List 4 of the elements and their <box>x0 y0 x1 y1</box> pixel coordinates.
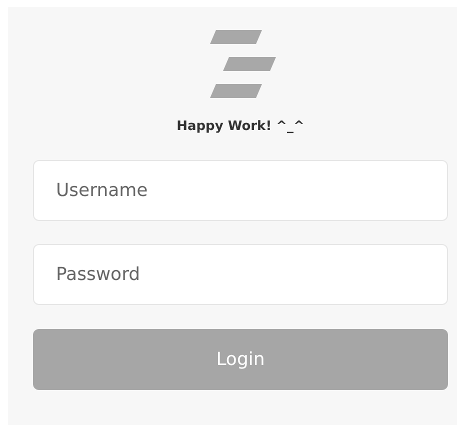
password-field[interactable]: Password <box>33 244 448 305</box>
username-field[interactable]: Username <box>33 160 448 221</box>
logo-icon <box>208 30 276 98</box>
tagline: Happy Work! ^_^ <box>176 119 304 134</box>
